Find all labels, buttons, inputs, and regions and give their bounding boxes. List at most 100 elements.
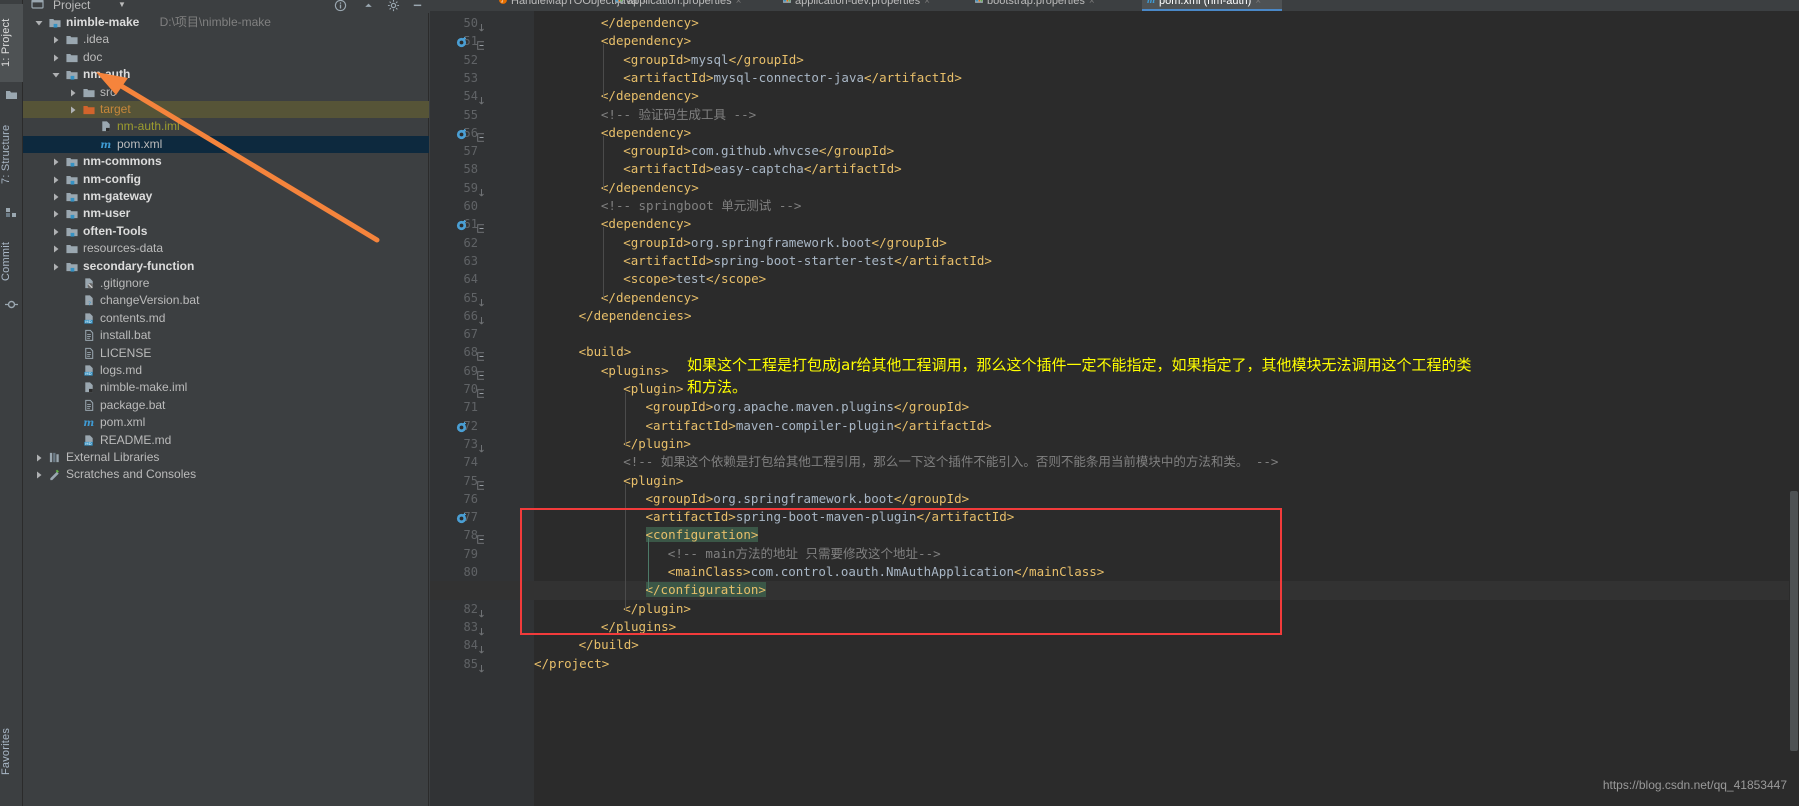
- collapse-all-icon[interactable]: [361, 0, 375, 13]
- tree-expander[interactable]: [52, 193, 60, 201]
- info-icon[interactable]: [333, 0, 347, 13]
- scrollbar-thumb[interactable]: [1790, 491, 1798, 751]
- editor-tab-pom-xml-nm-auth[interactable]: m pom.xml (nm-auth) ×: [1142, 0, 1282, 11]
- tree-node-nm-config[interactable]: nm-config: [23, 171, 429, 188]
- code-line[interactable]: </plugin>: [623, 600, 691, 618]
- tree-arrow-collapsed-icon[interactable]: [35, 471, 43, 479]
- hide-panel-icon[interactable]: [410, 0, 424, 13]
- code-line[interactable]: <plugin>: [623, 380, 683, 398]
- code-line[interactable]: </dependency>: [601, 14, 699, 32]
- tool-tab-structure[interactable]: 7: Structure: [0, 108, 23, 200]
- tree-node-pom-xml[interactable]: m pom.xml: [23, 414, 429, 431]
- tool-tab-commit[interactable]: Commit: [0, 230, 23, 292]
- code-line[interactable]: <groupId>org.springframework.boot</group…: [646, 490, 970, 508]
- tree-expander[interactable]: [35, 19, 43, 27]
- tree-arrow-expanded-icon[interactable]: [35, 19, 43, 27]
- tree-node-install-bat[interactable]: install.bat: [23, 327, 429, 344]
- close-icon[interactable]: ×: [924, 0, 930, 7]
- tree-node-external-libraries[interactable]: External Libraries: [23, 449, 429, 466]
- tree-node-idea[interactable]: .idea: [23, 31, 429, 48]
- tree-node-license[interactable]: LICENSE: [23, 345, 429, 362]
- code-line[interactable]: </project>: [534, 655, 609, 673]
- tree-node-package-bat[interactable]: package.bat: [23, 397, 429, 414]
- code-line[interactable]: </plugins>: [601, 618, 676, 636]
- tree-expander[interactable]: [52, 71, 60, 78]
- code-line[interactable]: <artifactId>spring-boot-starter-test</ar…: [623, 252, 992, 270]
- tree-node-nm-auth[interactable]: nm-auth: [23, 66, 429, 83]
- gutter-marker[interactable]: [456, 420, 468, 432]
- tree-expander[interactable]: [35, 454, 43, 462]
- tree-expander[interactable]: [52, 245, 60, 253]
- tree-node-nm-auth-iml[interactable]: nm-auth.iml: [23, 118, 429, 135]
- tree-node-nm-gateway[interactable]: nm-gateway: [23, 188, 429, 205]
- editor-fold-strip[interactable]: [484, 11, 534, 806]
- code-line[interactable]: <!-- springboot 单元测试 -->: [601, 197, 802, 215]
- code-line[interactable]: <!-- 验证码生成工具 -->: [601, 106, 756, 124]
- maven-dependency-marker-icon[interactable]: [456, 128, 468, 140]
- editor-vertical-scrollbar[interactable]: [1789, 11, 1799, 806]
- code-line[interactable]: <groupId>mysql</groupId>: [623, 51, 804, 69]
- tree-arrow-collapsed-icon[interactable]: [52, 193, 60, 201]
- tree-arrow-collapsed-icon[interactable]: [52, 158, 60, 166]
- code-line[interactable]: <!-- 如果这个依赖是打包给其他工程引用，那么一下这个插件不能引入。否则不能条…: [623, 453, 1278, 471]
- code-line[interactable]: <build>: [579, 343, 632, 361]
- tree-arrow-collapsed-icon[interactable]: [69, 89, 77, 97]
- gutter-marker[interactable]: [456, 218, 468, 231]
- maven-dependency-marker-icon[interactable]: [456, 36, 468, 48]
- tree-arrow-collapsed-icon[interactable]: [52, 228, 60, 236]
- code-line[interactable]: <artifactId>maven-compiler-plugin</artif…: [646, 417, 992, 435]
- tree-node-nm-user[interactable]: nm-user: [23, 205, 429, 222]
- code-line[interactable]: <groupId>org.springframework.boot</group…: [623, 234, 947, 252]
- editor-tab-application-properties[interactable]: application.properties ×: [610, 0, 762, 11]
- tree-node-secondary-function[interactable]: secondary-function: [23, 258, 429, 275]
- tool-tab-project[interactable]: 1: Project: [0, 4, 23, 82]
- tool-tab-favorites[interactable]: Favorites: [0, 712, 23, 790]
- code-line[interactable]: <artifactId>easy-captcha</artifactId>: [623, 160, 901, 178]
- tree-node-logs-md[interactable]: MD logs.md: [23, 362, 429, 379]
- tree-node-resources-data[interactable]: resources-data: [23, 240, 429, 257]
- tree-expander[interactable]: [35, 471, 43, 479]
- tree-arrow-collapsed-icon[interactable]: [52, 36, 60, 44]
- code-line[interactable]: <dependency>: [601, 32, 691, 50]
- tree-expander[interactable]: [52, 176, 60, 184]
- tree-expander[interactable]: [69, 89, 77, 97]
- editor-tab-application-dev-properties[interactable]: application-dev.properties ×: [778, 0, 958, 11]
- tree-node-often-tools[interactable]: often-Tools: [23, 223, 429, 240]
- tree-expander[interactable]: [52, 228, 60, 236]
- tree-node-doc[interactable]: doc: [23, 49, 429, 66]
- editor-code-area[interactable]: </dependency> <dependency> <groupId>mysql<…: [430, 11, 1799, 806]
- tree-arrow-collapsed-icon[interactable]: [35, 454, 43, 462]
- editor-gutter[interactable]: 50 51 52 53 54 55 56 57 58 59 60 61 62 63 64 65 66 67 68 69…: [430, 11, 486, 806]
- code-line[interactable]: <groupId>com.github.whvcse</groupId>: [623, 142, 894, 160]
- maven-dependency-marker-icon[interactable]: [456, 512, 468, 524]
- tree-node-nimble-make-iml[interactable]: nimble-make.iml: [23, 379, 429, 396]
- code-line[interactable]: <dependency>: [601, 215, 691, 233]
- close-icon[interactable]: ×: [736, 0, 742, 7]
- tree-node-gitignore[interactable]: .gitignore: [23, 275, 429, 292]
- code-line[interactable]: <plugin>: [623, 472, 683, 490]
- tree-expander[interactable]: [52, 210, 60, 218]
- code-line[interactable]: </dependency>: [601, 87, 699, 105]
- code-line[interactable]: </dependencies>: [579, 307, 692, 325]
- chevron-down-icon[interactable]: ▼: [118, 0, 126, 9]
- maven-dependency-marker-icon[interactable]: [456, 219, 468, 231]
- maven-dependency-marker-icon[interactable]: [456, 421, 468, 433]
- tree-node-contents-md[interactable]: MD contents.md: [23, 310, 429, 327]
- code-line[interactable]: </dependency>: [601, 289, 699, 307]
- tree-expander[interactable]: [52, 263, 59, 271]
- editor-tab-bar[interactable]: J HandleMapTOObject.java × application.prop…: [430, 0, 1799, 11]
- tree-arrow-collapsed-icon[interactable]: [52, 245, 60, 253]
- code-line[interactable]: <plugins>: [601, 362, 669, 380]
- tree-expander[interactable]: [52, 158, 60, 166]
- code-line[interactable]: </plugin>: [623, 435, 691, 453]
- tree-node-nimble-make[interactable]: nimble-make D:\项目\nimble-make: [23, 14, 429, 31]
- tree-arrow-collapsed-icon[interactable]: [52, 176, 60, 184]
- code-line[interactable]: <groupId>org.apache.maven.plugins</group…: [646, 398, 970, 416]
- tree-expander[interactable]: [52, 54, 59, 62]
- code-line[interactable]: </dependency>: [601, 179, 699, 197]
- tree-arrow-collapsed-icon[interactable]: [52, 210, 60, 218]
- code-line[interactable]: <dependency>: [601, 124, 691, 142]
- code-line[interactable]: <artifactId>spring-boot-maven-plugin</ar…: [646, 508, 1015, 526]
- code-line[interactable]: <!-- main方法的地址 只需要修改这个地址-->: [668, 545, 941, 563]
- code-line[interactable]: <scope>test</scope>: [623, 270, 766, 288]
